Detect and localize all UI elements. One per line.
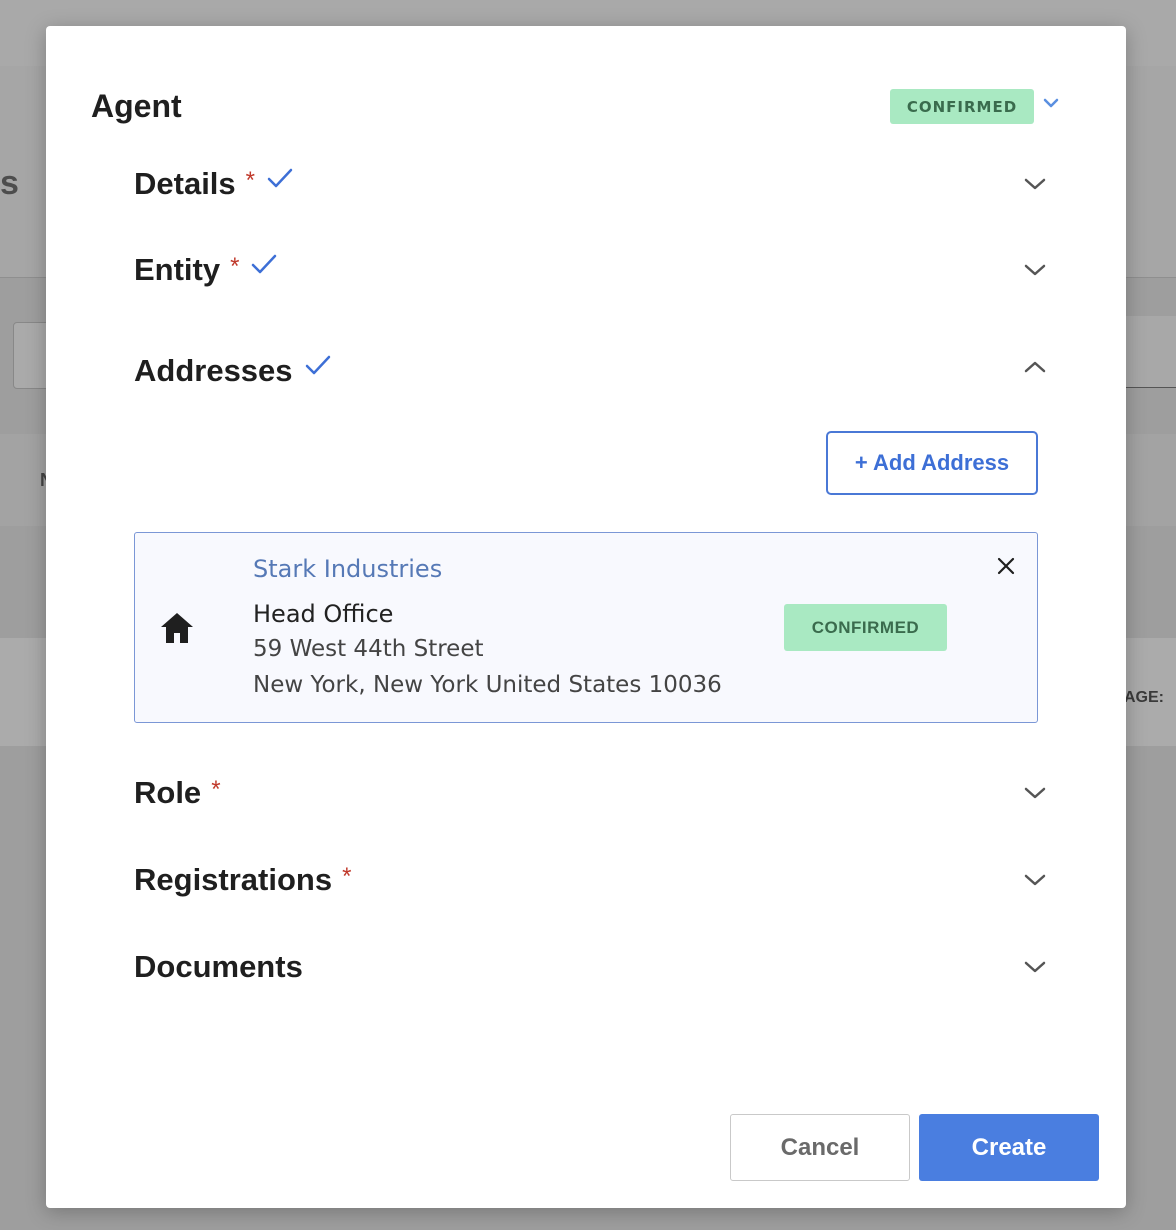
chevron-down-icon[interactable] [1024, 960, 1046, 974]
modal-title: Agent [91, 88, 182, 124]
section-title: Registrations [134, 862, 333, 897]
home-icon [161, 613, 193, 643]
check-icon [305, 355, 330, 375]
cancel-button[interactable]: Cancel [730, 1114, 910, 1181]
background-input-right [1120, 316, 1176, 388]
chevron-up-icon[interactable] [1024, 360, 1046, 374]
section-title: Addresses [134, 353, 293, 388]
background-heading-fragment: s [0, 164, 19, 202]
required-asterisk: * [211, 776, 221, 803]
check-icon [252, 254, 277, 274]
address-company: Stark Industries [253, 555, 443, 583]
close-icon[interactable] [995, 555, 1017, 577]
agent-modal: Agent CONFIRMED Details * Entity * Addre… [46, 26, 1126, 1208]
required-asterisk: * [342, 863, 352, 890]
section-title: Documents [134, 949, 303, 984]
section-title: Details [134, 166, 236, 201]
section-documents[interactable]: Documents [134, 942, 1046, 992]
address-card: Stark Industries Head Office 59 West 44t… [134, 532, 1038, 723]
add-address-button[interactable]: + Add Address [826, 431, 1038, 495]
required-asterisk: * [230, 253, 240, 280]
chevron-down-icon[interactable] [1024, 873, 1046, 887]
address-status-badge: CONFIRMED [784, 604, 947, 651]
address-line-1: 59 West 44th Street [253, 636, 484, 662]
background-label-fragment: AGE: [1124, 689, 1164, 706]
chevron-down-icon[interactable] [1024, 786, 1046, 800]
section-title: Role [134, 775, 202, 810]
required-asterisk: * [245, 167, 256, 194]
address-name: Head Office [253, 600, 394, 628]
section-role[interactable]: Role * [134, 768, 1046, 818]
section-registrations[interactable]: Registrations * [134, 855, 1046, 905]
create-button[interactable]: Create [919, 1114, 1099, 1181]
check-icon [267, 168, 293, 188]
section-title: Entity [134, 252, 221, 287]
chevron-down-icon[interactable] [1024, 177, 1046, 191]
address-line-2: New York, New York United States 10036 [253, 672, 722, 698]
section-addresses[interactable]: Addresses [134, 346, 1046, 396]
chevron-down-icon[interactable] [1043, 96, 1059, 110]
chevron-down-icon[interactable] [1024, 263, 1046, 277]
status-badge[interactable]: CONFIRMED [890, 89, 1034, 124]
section-details[interactable]: Details * [134, 159, 1046, 209]
section-entity[interactable]: Entity * [134, 245, 1046, 295]
